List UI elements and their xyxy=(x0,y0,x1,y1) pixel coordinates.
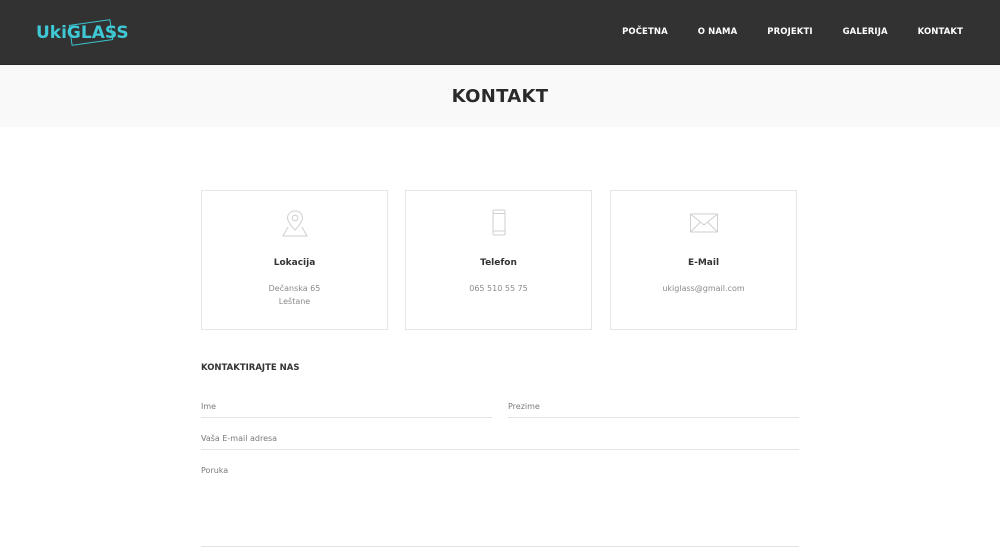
message-textarea[interactable] xyxy=(201,460,799,547)
page-title: KONTAKT xyxy=(451,86,549,107)
envelope-icon xyxy=(611,208,796,238)
nav-item-pocetna[interactable]: POČETNA xyxy=(622,27,668,37)
email-address[interactable]: ukiglass@gmail.com xyxy=(611,284,796,293)
card-phone: Telefon 065 510 55 75 xyxy=(405,190,592,330)
nav-item-galerija[interactable]: GALERIJA xyxy=(843,27,888,37)
last-name-input[interactable] xyxy=(508,396,799,418)
form-heading: KONTAKTIRAJTE NAS xyxy=(201,363,300,373)
phone-icon xyxy=(406,208,591,238)
nav-item-o-nama[interactable]: O NAMA xyxy=(698,27,738,37)
main-nav: POČETNA O NAMA PROJEKTI GALERIJA KONTAKT xyxy=(592,0,963,64)
nav-item-kontakt[interactable]: KONTAKT xyxy=(918,27,963,37)
phone-number: 065 510 55 75 xyxy=(469,284,528,293)
nav-item-projekti[interactable]: PROJEKTI xyxy=(767,27,812,37)
card-title: Lokacija xyxy=(273,258,316,268)
card-title: E-Mail xyxy=(687,258,720,268)
title-band: KONTAKT xyxy=(0,65,1000,127)
first-name-input[interactable] xyxy=(201,396,492,418)
card-email: E-Mail ukiglass@gmail.com xyxy=(610,190,797,330)
email-input[interactable] xyxy=(201,427,799,450)
card-location: Lokacija Dečanska 65 Leštane xyxy=(201,190,388,330)
address-line-2: Leštane xyxy=(278,297,311,306)
card-title: Telefon xyxy=(480,258,517,268)
address-line-1: Dečanska 65 xyxy=(268,284,321,293)
logo[interactable]: UkiGLASS xyxy=(36,19,129,47)
site-header: UkiGLASS POČETNA O NAMA PROJEKTI GALERIJ… xyxy=(0,0,1000,65)
logo-text: UkiGLASS xyxy=(36,23,129,43)
map-pin-icon xyxy=(202,208,387,238)
